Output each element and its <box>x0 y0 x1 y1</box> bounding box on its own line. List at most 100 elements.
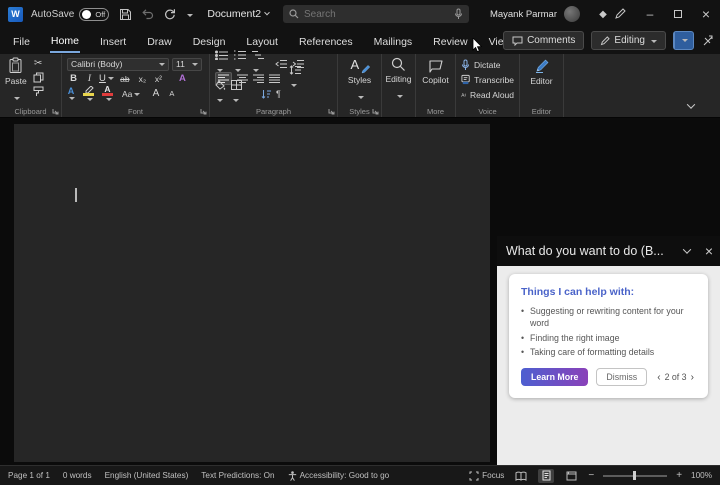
accessibility-icon <box>288 470 296 481</box>
undo-icon[interactable] <box>141 8 154 20</box>
zoom-in-button[interactable]: + <box>676 470 682 481</box>
autosave-toggle[interactable]: Off <box>79 7 110 21</box>
font-size-select[interactable]: 11 <box>172 57 202 71</box>
text-predictions-indicator[interactable]: Text Predictions: On <box>201 471 274 480</box>
copilot-button[interactable]: Copilot <box>421 57 450 85</box>
zoom-out-button[interactable]: − <box>588 470 594 481</box>
panel-close-button[interactable]: × <box>698 243 720 259</box>
document-page[interactable] <box>14 124 490 462</box>
editor-group-label: Editor <box>531 107 552 116</box>
tab-layout[interactable]: Layout <box>245 31 279 52</box>
focus-button[interactable]: Focus <box>469 471 504 481</box>
tab-draw[interactable]: Draw <box>146 31 173 52</box>
font-name-select[interactable]: Calibri (Body) <box>67 57 169 71</box>
accessibility-status[interactable]: Accessibility: Good to go <box>288 470 389 481</box>
change-case-button[interactable]: Aa <box>122 89 140 99</box>
bold-button[interactable]: B <box>67 73 80 84</box>
read-aloud-button[interactable]: Read Aloud <box>461 87 514 102</box>
font-dialog-launcher[interactable] <box>200 108 207 115</box>
cut-icon[interactable]: ✂ <box>34 58 42 69</box>
maximize-button[interactable] <box>664 0 692 28</box>
paste-dropdown-icon[interactable] <box>12 88 20 106</box>
font-group-label: Font <box>127 107 143 116</box>
share-button[interactable]: Share <box>503 31 720 485</box>
underline-button[interactable]: U <box>99 73 114 84</box>
language-indicator[interactable]: English (United States) <box>105 471 189 480</box>
shrink-font-button[interactable]: A <box>165 89 178 98</box>
search-mic-icon[interactable] <box>454 8 463 20</box>
prev-card-button[interactable]: ‹ <box>657 372 660 383</box>
align-right-button[interactable] <box>253 74 264 83</box>
pilcrow-button[interactable]: ¶ <box>276 89 281 99</box>
editing-mode-button[interactable]: Editing <box>591 31 666 50</box>
styles-dialog-launcher[interactable] <box>372 108 379 115</box>
zoom-slider-thumb[interactable] <box>633 471 637 480</box>
feedback-pen-icon[interactable] <box>614 8 636 20</box>
superscript-button[interactable]: x² <box>152 74 165 84</box>
copy-icon[interactable] <box>33 72 44 83</box>
read-aloud-icon <box>461 92 467 97</box>
tab-references[interactable]: References <box>298 31 354 52</box>
format-painter-icon[interactable] <box>33 86 44 97</box>
styles-button[interactable]: A Styles <box>343 57 376 105</box>
collapse-ribbon-button[interactable] <box>686 100 696 109</box>
transcribe-button[interactable]: Transcribe <box>461 72 514 87</box>
read-mode-button[interactable] <box>513 469 529 483</box>
font-color-button[interactable]: A <box>102 85 113 102</box>
highlight-color-button[interactable] <box>83 85 94 102</box>
comments-button[interactable]: Comments <box>503 31 585 50</box>
web-layout-button[interactable] <box>563 469 579 483</box>
copilot-icon <box>428 60 443 73</box>
page-indicator[interactable]: Page 1 of 1 <box>8 471 50 480</box>
justify-button[interactable] <box>269 74 280 83</box>
sort-icon[interactable] <box>261 89 271 99</box>
save-icon[interactable] <box>119 8 132 21</box>
panel-collapse-button[interactable] <box>676 245 698 254</box>
word-count[interactable]: 0 words <box>63 471 92 480</box>
minimize-button[interactable]: – <box>636 0 664 28</box>
premium-diamond-icon[interactable]: ◆ <box>592 9 614 20</box>
close-button[interactable]: × <box>692 0 720 28</box>
italic-button[interactable]: I <box>83 74 96 84</box>
editing-button[interactable]: Editing <box>386 57 412 104</box>
print-layout-button[interactable] <box>538 468 555 483</box>
paragraph-dialog-launcher[interactable] <box>328 108 335 115</box>
dismiss-button[interactable]: Dismiss <box>596 368 648 387</box>
next-card-button[interactable]: › <box>691 372 694 383</box>
zoom-slider[interactable] <box>603 471 668 481</box>
document-title[interactable]: Document2 <box>207 8 270 20</box>
ribbon-pin-icon[interactable] <box>701 34 714 47</box>
search-input[interactable] <box>304 8 449 20</box>
tab-home[interactable]: Home <box>49 30 80 53</box>
tab-mailings[interactable]: Mailings <box>373 31 414 52</box>
chevron-down-icon <box>682 245 692 254</box>
shading-button[interactable] <box>215 79 226 108</box>
line-spacing-button[interactable] <box>289 64 301 93</box>
text-effects-button[interactable]: A <box>176 73 189 84</box>
tab-design[interactable]: Design <box>192 31 227 52</box>
borders-button[interactable] <box>231 79 242 108</box>
editor-button[interactable]: Editor <box>525 57 558 86</box>
clipboard-dialog-launcher[interactable] <box>52 108 59 115</box>
tab-file[interactable]: File <box>12 31 31 52</box>
share-dropdown[interactable] <box>674 32 693 49</box>
customize-qat-dropdown-icon[interactable] <box>185 5 193 23</box>
redo-icon[interactable] <box>163 8 176 21</box>
copilot-panel-body: Things I can help with: Suggesting or re… <box>497 266 720 485</box>
tab-insert[interactable]: Insert <box>99 31 127 52</box>
text-effect-blue-button[interactable]: A <box>67 86 75 101</box>
search-box[interactable] <box>283 5 469 23</box>
decrease-indent-button[interactable] <box>275 59 287 69</box>
title-bar: W AutoSave Off Document2 Mayank Parmar ◆… <box>0 0 720 28</box>
zoom-level[interactable]: 100% <box>691 471 712 480</box>
grow-font-button[interactable]: A <box>149 88 162 99</box>
user-avatar[interactable] <box>564 6 580 22</box>
user-name[interactable]: Mayank Parmar <box>490 9 557 20</box>
learn-more-button[interactable]: Learn More <box>521 368 589 387</box>
font-name-dropdown-icon <box>157 59 165 69</box>
tab-review[interactable]: Review <box>432 31 468 52</box>
strikethrough-button[interactable]: ab <box>117 74 133 84</box>
paste-button[interactable]: Paste <box>5 57 27 106</box>
subscript-button[interactable]: x₂ <box>136 74 149 84</box>
dictate-button[interactable]: Dictate <box>461 57 514 72</box>
